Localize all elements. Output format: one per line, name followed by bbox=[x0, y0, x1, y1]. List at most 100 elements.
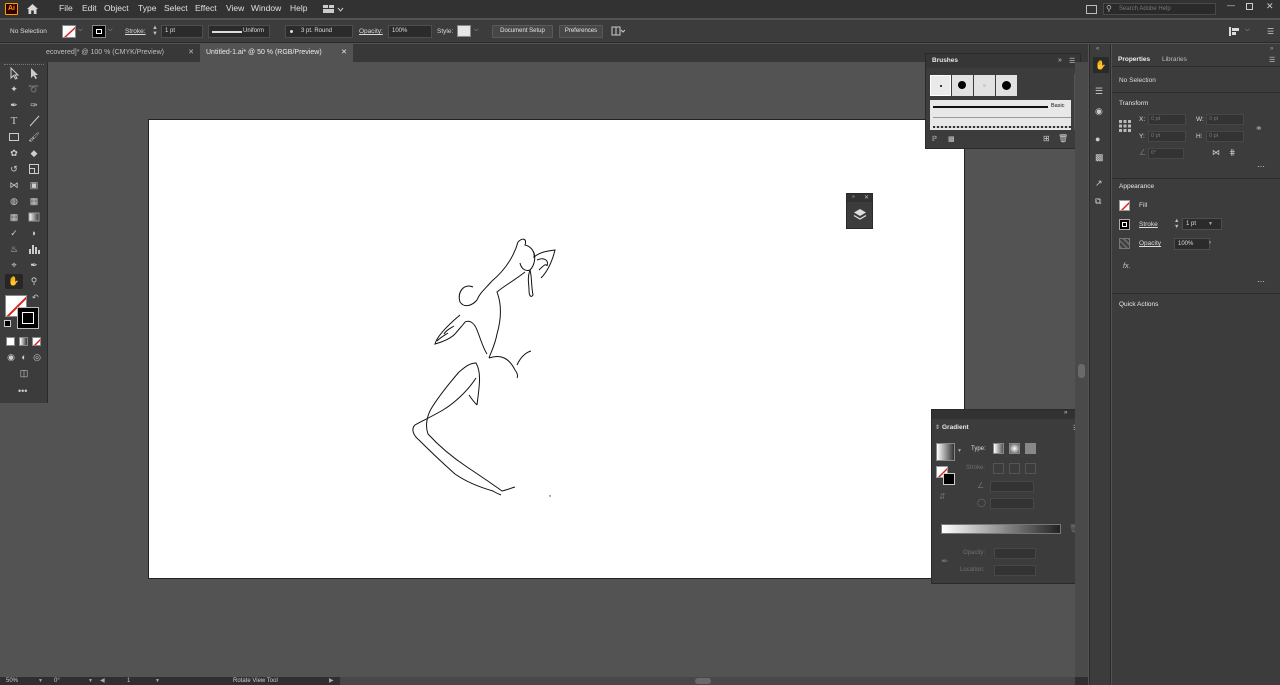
control-bar-menu-icon[interactable]: ☰ bbox=[1267, 27, 1274, 36]
stroke-swatch[interactable] bbox=[1119, 219, 1130, 230]
chevron-down-icon[interactable]: ▼ bbox=[88, 677, 93, 685]
menu-window[interactable]: Window bbox=[251, 3, 281, 13]
close-icon[interactable]: ✕ bbox=[864, 194, 869, 201]
screen-mode-icon[interactable]: ◫ bbox=[17, 366, 31, 380]
rotation-field[interactable]: 0° bbox=[54, 677, 60, 685]
opacity-icon[interactable] bbox=[1119, 238, 1130, 249]
pen-tool-icon[interactable]: ✒ bbox=[7, 98, 21, 112]
collapse-panel-icon[interactable]: » bbox=[1064, 410, 1067, 416]
gradient-opacity-field[interactable] bbox=[994, 548, 1036, 559]
stroke-label[interactable]: Stroke bbox=[1139, 221, 1158, 228]
arrange-documents-icon[interactable] bbox=[611, 26, 626, 37]
properties-dock-icon[interactable]: ✋ bbox=[1093, 57, 1109, 73]
radial-gradient-button[interactable] bbox=[1009, 443, 1020, 454]
close-icon[interactable]: ✕ bbox=[341, 44, 347, 62]
zoom-level-field[interactable]: 50% bbox=[6, 677, 18, 685]
draw-behind-icon[interactable]: ◐ bbox=[17, 350, 31, 364]
stroke-across-icon[interactable] bbox=[1025, 463, 1036, 474]
fill-swatch[interactable] bbox=[1119, 200, 1130, 211]
brush-swatch-2[interactable] bbox=[952, 75, 973, 96]
angle-field[interactable] bbox=[990, 481, 1034, 492]
lasso-tool-icon[interactable]: ➰ bbox=[27, 82, 41, 96]
draw-normal-icon[interactable]: ◉ bbox=[4, 350, 18, 364]
selection-tool-icon[interactable] bbox=[7, 66, 21, 80]
stroke-color-box[interactable] bbox=[17, 307, 39, 329]
type-tool-icon[interactable]: T bbox=[7, 114, 21, 128]
slice-tool-icon[interactable]: ✒ bbox=[27, 258, 41, 272]
x-field[interactable]: 0 pt bbox=[1148, 114, 1186, 125]
align-options-icon[interactable] bbox=[1228, 25, 1242, 38]
status-menu-icon[interactable]: ▶ bbox=[329, 677, 334, 685]
gradient-tool-icon[interactable] bbox=[27, 210, 41, 224]
rotate-field[interactable]: 0° bbox=[1148, 148, 1184, 159]
fx-effects-button[interactable]: fx. bbox=[1123, 263, 1130, 270]
freeform-gradient-button[interactable] bbox=[1025, 443, 1036, 454]
edit-toolbar-icon[interactable]: ••• bbox=[18, 386, 27, 396]
column-graph-tool-icon[interactable] bbox=[27, 242, 41, 256]
collapse-dock-icon[interactable]: « bbox=[1096, 46, 1099, 52]
brush-swatch-4[interactable] bbox=[996, 75, 1017, 96]
stroke-stepper-icon[interactable]: ▲ ▼ bbox=[152, 25, 158, 37]
artboard[interactable] bbox=[148, 119, 965, 579]
prev-artboard-icon[interactable]: ◀ bbox=[100, 677, 105, 685]
gradient-stroke-box[interactable] bbox=[943, 473, 955, 485]
flip-vertical-icon[interactable]: ⋕ bbox=[1229, 148, 1236, 157]
swap-fill-stroke-icon[interactable]: ↶ bbox=[32, 293, 39, 302]
stroke-weight-field[interactable]: 1 pt bbox=[161, 25, 203, 38]
more-options-icon[interactable]: ⋯ bbox=[1257, 162, 1265, 171]
export-dock-icon[interactable]: ↗ bbox=[1095, 178, 1103, 189]
brush-libraries-menu-icon[interactable]: ℙ bbox=[932, 135, 937, 143]
h-field[interactable]: 0 pt bbox=[1206, 131, 1244, 142]
preferences-button[interactable]: Preferences bbox=[559, 25, 603, 38]
document-setup-button[interactable]: Document Setup bbox=[492, 25, 553, 38]
menu-type[interactable]: Type bbox=[138, 3, 156, 13]
blend-tool-icon[interactable]: ◗ bbox=[27, 226, 41, 240]
w-field[interactable]: 0 pt bbox=[1206, 114, 1244, 125]
gradient-preview-swatch[interactable] bbox=[936, 443, 955, 461]
menu-file[interactable]: File bbox=[59, 3, 73, 13]
tab-properties[interactable]: Properties bbox=[1118, 56, 1150, 63]
opacity-field[interactable]: 100% bbox=[1174, 238, 1210, 250]
tab-libraries[interactable]: Libraries bbox=[1162, 56, 1187, 63]
help-search-box[interactable]: ⚲ Search Adobe Help bbox=[1103, 3, 1216, 15]
horizontal-scrollbar[interactable] bbox=[340, 677, 1075, 685]
more-options-icon[interactable]: ⋯ bbox=[1257, 277, 1265, 286]
free-transform-tool-icon[interactable]: ▣ bbox=[27, 178, 41, 192]
layers-icon[interactable] bbox=[853, 208, 867, 222]
chevron-right-icon[interactable]: › bbox=[1209, 240, 1211, 246]
tab-recovered-document[interactable]: ecovered]* @ 100 % (CMYK/Preview) ✕ bbox=[0, 44, 200, 62]
menu-edit[interactable]: Edit bbox=[82, 3, 97, 13]
minimize-button[interactable]: — bbox=[1227, 1, 1235, 10]
transparency-dock-icon[interactable]: ▩ bbox=[1095, 152, 1104, 163]
appearance-dock-icon[interactable]: ● bbox=[1095, 134, 1100, 144]
panel-toggle-icon[interactable] bbox=[1086, 5, 1097, 14]
menu-view[interactable]: View bbox=[226, 3, 244, 13]
rectangle-tool-icon[interactable] bbox=[7, 130, 21, 144]
perspective-grid-tool-icon[interactable]: ▦ bbox=[27, 194, 41, 208]
style-swatch[interactable] bbox=[457, 25, 471, 37]
hand-tool-icon[interactable]: ✋ bbox=[5, 274, 23, 289]
eraser-tool-icon[interactable]: ◆ bbox=[27, 146, 41, 160]
gradient-mode-icon[interactable] bbox=[19, 337, 28, 346]
libraries-panel-icon[interactable]: ▩ bbox=[948, 135, 955, 143]
collapse-panel-icon[interactable]: » bbox=[1058, 57, 1062, 64]
constrain-proportions-icon[interactable]: ⚭ bbox=[1255, 123, 1263, 134]
aspect-ratio-field[interactable] bbox=[990, 498, 1034, 509]
stroke-swatch[interactable] bbox=[92, 25, 106, 38]
direct-selection-tool-icon[interactable] bbox=[27, 66, 41, 80]
gradient-slider[interactable] bbox=[941, 524, 1061, 534]
reverse-gradient-icon[interactable]: ⇵ bbox=[939, 492, 946, 501]
gradient-location-field[interactable] bbox=[994, 565, 1036, 576]
paintbrush-tool-icon[interactable]: 🖌 bbox=[27, 130, 41, 144]
stroke-stepper-icon[interactable]: ▲ ▼ bbox=[1174, 218, 1179, 230]
scroll-thumb[interactable] bbox=[1078, 364, 1085, 378]
color-mode-icon[interactable] bbox=[6, 337, 15, 346]
shape-builder-tool-icon[interactable]: ◍ bbox=[7, 194, 21, 208]
linear-gradient-button[interactable] bbox=[993, 443, 1004, 454]
eyedropper-tool-icon[interactable]: ✓ bbox=[7, 226, 21, 240]
collapse-panel-icon[interactable]: » bbox=[852, 194, 855, 200]
opacity-label[interactable]: Opacity bbox=[1139, 240, 1161, 247]
brush-swatch-1[interactable] bbox=[930, 75, 951, 96]
artboard-number-field[interactable]: 1 bbox=[127, 677, 130, 685]
scroll-thumb[interactable] bbox=[695, 678, 711, 684]
